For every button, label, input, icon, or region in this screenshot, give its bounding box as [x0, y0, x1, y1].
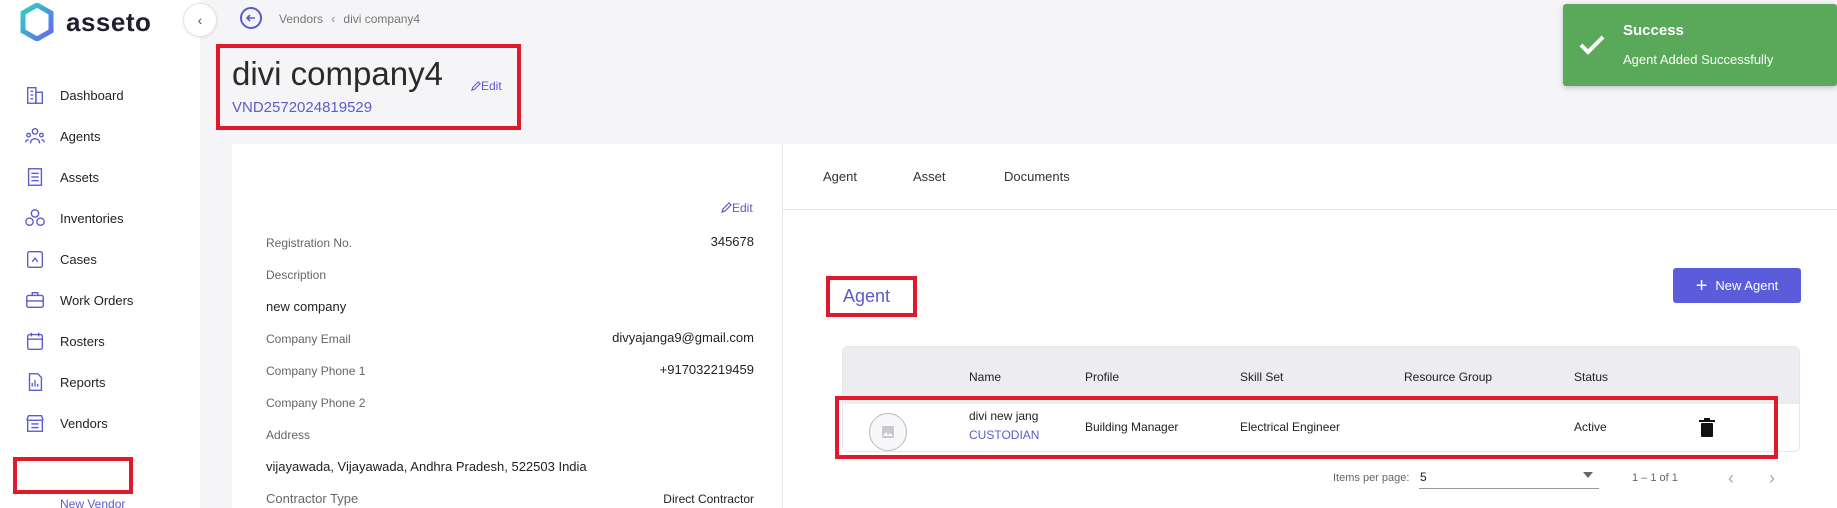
- sidebar-item-label: Agents: [60, 128, 101, 144]
- contractor-type-value: Direct Contractor: [663, 492, 754, 506]
- toast-title: Success: [1623, 22, 1684, 39]
- description-label: Description: [266, 268, 327, 282]
- tab-agent[interactable]: Agent: [823, 169, 857, 184]
- items-per-page-value: 5: [1420, 470, 1427, 484]
- column-header-name[interactable]: Name: [969, 370, 1001, 384]
- address-label: Address: [266, 428, 311, 442]
- registration-label: Registration No.: [266, 236, 353, 250]
- caret-down-icon: [1583, 472, 1593, 478]
- pencil-icon: [470, 80, 481, 91]
- vendor-details-card: [232, 144, 783, 508]
- breadcrumb-current: divi company4: [343, 11, 421, 26]
- agent-skill-set: Electrical Engineer: [1240, 420, 1341, 434]
- vendors-icon: [24, 412, 46, 434]
- table-header: Name Profile Skill Set Resource Group St…: [843, 347, 1799, 404]
- arrow-left-icon: [245, 14, 255, 22]
- delete-agent-icon[interactable]: [1698, 418, 1716, 438]
- tab-asset[interactable]: Asset: [913, 169, 946, 184]
- agents-table: Name Profile Skill Set Resource Group St…: [842, 346, 1800, 452]
- sidebar-item-label: Vendors: [60, 415, 108, 431]
- plus-icon: +: [1695, 274, 1708, 297]
- agents-icon: [24, 125, 46, 147]
- success-toast[interactable]: Success Agent Added Successfully: [1563, 4, 1837, 86]
- contractor-type-label: Contractor Type: [266, 491, 359, 506]
- reports-icon: [24, 371, 46, 393]
- chevron-left-icon: ‹: [331, 11, 336, 26]
- email-label: Company Email: [266, 332, 351, 346]
- agent-status: Active: [1574, 420, 1607, 434]
- collapse-sidebar-button[interactable]: ‹: [183, 3, 217, 37]
- phone2-label: Company Phone 2: [266, 396, 366, 410]
- table-row[interactable]: divi new jang CUSTODIAN Building Manager…: [843, 404, 1799, 451]
- previous-page-button[interactable]: ‹: [1728, 468, 1734, 489]
- sidebar-item-cases[interactable]: Cases: [24, 242, 184, 276]
- tab-documents[interactable]: Documents: [1004, 169, 1070, 184]
- sidebar-item-label: Rosters: [60, 333, 105, 349]
- sidebar-item-inventories[interactable]: Inventories: [24, 201, 184, 235]
- assets-icon: [24, 166, 46, 188]
- calendar-icon: [24, 330, 46, 352]
- sidebar-subitem-new-vendor[interactable]: New Vendor: [60, 497, 125, 508]
- sidebar: asseto Dashboard Agents Assets Inventori…: [0, 0, 200, 508]
- sidebar-item-label: Dashboard: [60, 87, 124, 103]
- edit-details-button[interactable]: Edit: [720, 201, 753, 215]
- sidebar-item-label: Work Orders: [60, 292, 134, 308]
- sidebar-item-agents[interactable]: Agents: [24, 119, 184, 153]
- sidebar-item-assets[interactable]: Assets: [24, 160, 184, 194]
- pencil-icon: [721, 202, 732, 213]
- sidebar-item-vendors[interactable]: Vendors: [24, 406, 184, 440]
- breadcrumb: Vendors ‹ divi company4: [279, 11, 420, 26]
- address-value: vijayawada, Vijayawada, Andhra Pradesh, …: [266, 459, 587, 474]
- column-header-status[interactable]: Status: [1574, 370, 1608, 384]
- cases-icon: [24, 248, 46, 270]
- avatar: [869, 413, 907, 451]
- breadcrumb-vendors-link[interactable]: Vendors: [279, 12, 323, 26]
- sidebar-item-work-orders[interactable]: Work Orders: [24, 283, 184, 317]
- edit-vendor-name-button[interactable]: Edit: [470, 79, 502, 93]
- phone1-value: +917032219459: [659, 362, 754, 377]
- building-icon: [24, 84, 46, 106]
- items-per-page-label: Items per page:: [1333, 472, 1410, 484]
- sidebar-item-label: Reports: [60, 374, 106, 390]
- sidebar-item-reports[interactable]: Reports: [24, 365, 184, 399]
- image-placeholder-icon: [882, 426, 894, 438]
- sidebar-item-rosters[interactable]: Rosters: [24, 324, 184, 358]
- sidebar-item-label: Inventories: [60, 210, 124, 226]
- inventories-icon: [24, 207, 46, 229]
- description-value: new company: [266, 299, 347, 314]
- registration-value: 345678: [710, 234, 754, 249]
- app-logo[interactable]: asseto: [20, 3, 151, 41]
- new-agent-button[interactable]: + New Agent: [1673, 268, 1801, 303]
- logo-hexagon-icon: [20, 3, 54, 41]
- sidebar-item-label: Assets: [60, 169, 100, 185]
- column-header-skill-set[interactable]: Skill Set: [1240, 370, 1283, 384]
- vendor-code: VND2572024819529: [232, 99, 373, 116]
- column-header-profile[interactable]: Profile: [1085, 370, 1119, 384]
- agent-profile: Building Manager: [1085, 420, 1179, 434]
- sidebar-item-label: Cases: [60, 251, 97, 267]
- pagination-range: 1 – 1 of 1: [1632, 472, 1678, 484]
- chevron-left-icon: ‹: [197, 12, 203, 28]
- tab-bar: Agent Asset Documents: [783, 144, 1837, 210]
- phone1-label: Company Phone 1: [266, 364, 366, 378]
- next-page-button[interactable]: ›: [1769, 468, 1775, 489]
- sidebar-item-dashboard[interactable]: Dashboard: [24, 78, 184, 112]
- column-header-resource-group[interactable]: Resource Group: [1404, 370, 1492, 384]
- agent-name[interactable]: divi new jang: [969, 409, 1038, 423]
- page-title: divi company4: [232, 55, 443, 92]
- toast-message: Agent Added Successfully: [1623, 52, 1774, 67]
- email-value: divyajanga9@gmail.com: [612, 330, 754, 345]
- agent-role: CUSTODIAN: [969, 428, 1040, 442]
- checkmark-icon: [1579, 35, 1605, 55]
- work-orders-icon: [24, 289, 46, 311]
- agent-section-title: Agent: [843, 286, 891, 306]
- items-per-page-select[interactable]: 5: [1419, 465, 1599, 489]
- app-name: asseto: [66, 6, 152, 37]
- back-button[interactable]: [240, 7, 262, 29]
